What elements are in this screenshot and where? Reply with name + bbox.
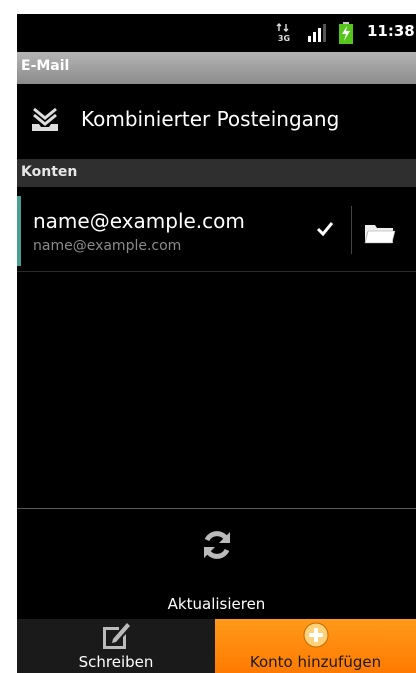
combined-inbox-label: Kombinierter Posteingang	[81, 107, 340, 131]
folder-icon[interactable]	[364, 222, 396, 244]
network-3g-icon: 3G	[274, 23, 294, 43]
account-email: name@example.com	[33, 238, 182, 254]
account-list-item[interactable]: name@example.com name@example.com	[17, 188, 416, 270]
app-title: E-Mail	[21, 58, 70, 74]
refresh-icon	[200, 528, 234, 562]
email-app-screen: 3G 11:38 E-Mail Kombinierter Posteingang…	[17, 14, 416, 673]
account-color-indicator	[17, 196, 21, 266]
compose-label: Schreiben	[78, 653, 154, 671]
accounts-section-title: Konten	[21, 164, 78, 180]
refresh-label: Aktualisieren	[167, 595, 266, 613]
status-bar: 3G 11:38	[17, 14, 416, 52]
add-account-button[interactable]: Konto hinzufügen	[215, 619, 416, 673]
add-account-label: Konto hinzufügen	[249, 653, 382, 671]
account-name: name@example.com	[33, 209, 245, 233]
status-time: 11:38	[367, 22, 415, 40]
checkmark-icon	[315, 219, 335, 239]
network-label: 3G	[278, 34, 290, 43]
refresh-button[interactable]: Aktualisieren	[17, 509, 416, 619]
row-divider	[17, 271, 416, 272]
compose-icon	[101, 621, 131, 649]
account-divider	[351, 206, 352, 254]
inbox-tray-icon	[31, 107, 59, 132]
app-titlebar: E-Mail	[17, 52, 416, 84]
battery-charging-icon	[339, 22, 353, 44]
combined-inbox-item[interactable]: Kombinierter Posteingang	[17, 84, 416, 158]
bottom-action-bar: Schreiben Konto hinzufügen	[17, 619, 416, 673]
add-circle-icon	[301, 621, 331, 649]
accounts-section-header: Konten	[17, 159, 416, 187]
compose-button[interactable]: Schreiben	[17, 619, 215, 673]
signal-strength-icon	[307, 24, 329, 42]
